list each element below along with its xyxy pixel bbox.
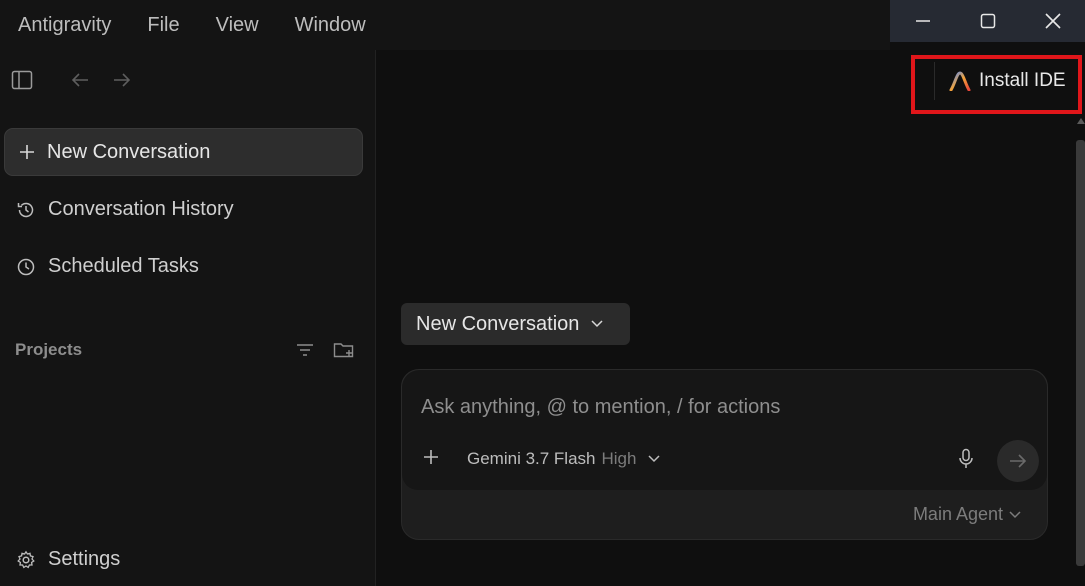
close-window-button[interactable] bbox=[1030, 0, 1076, 42]
new-conversation-button[interactable]: New Conversation bbox=[4, 128, 363, 176]
minimize-icon bbox=[915, 20, 930, 22]
scrollbar-thumb[interactable] bbox=[1076, 140, 1085, 566]
menu-view[interactable]: View bbox=[216, 14, 259, 37]
plus-icon bbox=[20, 145, 34, 159]
attach-plus-icon[interactable] bbox=[422, 448, 440, 466]
settings-label: Settings bbox=[48, 548, 121, 570]
conversation-dropdown-label: New Conversation bbox=[416, 312, 580, 335]
microphone-icon[interactable] bbox=[958, 448, 974, 470]
menu-window[interactable]: Window bbox=[295, 14, 366, 37]
minimize-button[interactable] bbox=[900, 0, 946, 42]
arrow-right-icon bbox=[1010, 454, 1027, 468]
new-folder-icon[interactable] bbox=[333, 341, 355, 359]
sidebar-nav bbox=[10, 64, 134, 96]
send-button[interactable] bbox=[997, 440, 1039, 482]
filter-icon[interactable] bbox=[295, 342, 315, 358]
composer-placeholder[interactable]: Ask anything, @ to mention, / for action… bbox=[421, 396, 780, 419]
toggle-sidebar-button[interactable] bbox=[10, 64, 34, 96]
install-ide-label: Install IDE bbox=[979, 70, 1066, 91]
forward-button[interactable] bbox=[110, 64, 134, 96]
sidebar-toggle-icon bbox=[11, 70, 33, 90]
close-icon bbox=[1044, 13, 1061, 29]
new-conversation-label: New Conversation bbox=[47, 140, 211, 163]
model-level: High bbox=[601, 449, 637, 468]
window-controls bbox=[890, 0, 1085, 42]
composer: Ask anything, @ to mention, / for action… bbox=[401, 369, 1048, 540]
gear-icon bbox=[17, 550, 35, 568]
sidebar: New Conversation Conversation History Sc… bbox=[0, 50, 376, 586]
menu-bar: Antigravity File View Window bbox=[0, 0, 890, 50]
chevron-down-icon bbox=[1009, 510, 1021, 518]
projects-label: Projects bbox=[15, 340, 83, 359]
agent-selector[interactable]: Main Agent bbox=[913, 504, 1021, 525]
chevron-down-icon bbox=[648, 455, 660, 463]
menu-file[interactable]: File bbox=[147, 14, 179, 37]
chevron-down-icon bbox=[591, 320, 603, 328]
install-ide-button[interactable]: Install IDE bbox=[934, 62, 1074, 100]
settings-link[interactable]: Settings bbox=[16, 548, 120, 571]
maximize-button[interactable] bbox=[965, 0, 1011, 42]
agent-label: Main Agent bbox=[912, 504, 1003, 524]
scroll-up-arrow[interactable] bbox=[1077, 118, 1085, 124]
arrow-left-icon bbox=[71, 73, 88, 87]
menu-antigravity[interactable]: Antigravity bbox=[18, 14, 111, 37]
clock-icon bbox=[17, 258, 35, 275]
antigravity-logo-icon bbox=[949, 71, 971, 91]
maximize-icon bbox=[980, 13, 995, 29]
composer-input-area[interactable]: Ask anything, @ to mention, / for action… bbox=[402, 370, 1047, 490]
model-name: Gemini 3.7 Flash bbox=[467, 449, 596, 468]
conversation-history-label: Conversation History bbox=[48, 198, 234, 220]
scheduled-tasks-link[interactable]: Scheduled Tasks bbox=[16, 255, 199, 278]
projects-header: Projects bbox=[15, 338, 355, 362]
conversation-dropdown[interactable]: New Conversation bbox=[401, 303, 630, 345]
scheduled-tasks-label: Scheduled Tasks bbox=[48, 255, 199, 277]
model-selector[interactable]: Gemini 3.7 Flash High bbox=[467, 449, 660, 469]
history-icon bbox=[17, 202, 34, 217]
conversation-history-link[interactable]: Conversation History bbox=[16, 198, 234, 221]
arrow-right-icon bbox=[114, 73, 131, 87]
back-button[interactable] bbox=[68, 64, 92, 96]
